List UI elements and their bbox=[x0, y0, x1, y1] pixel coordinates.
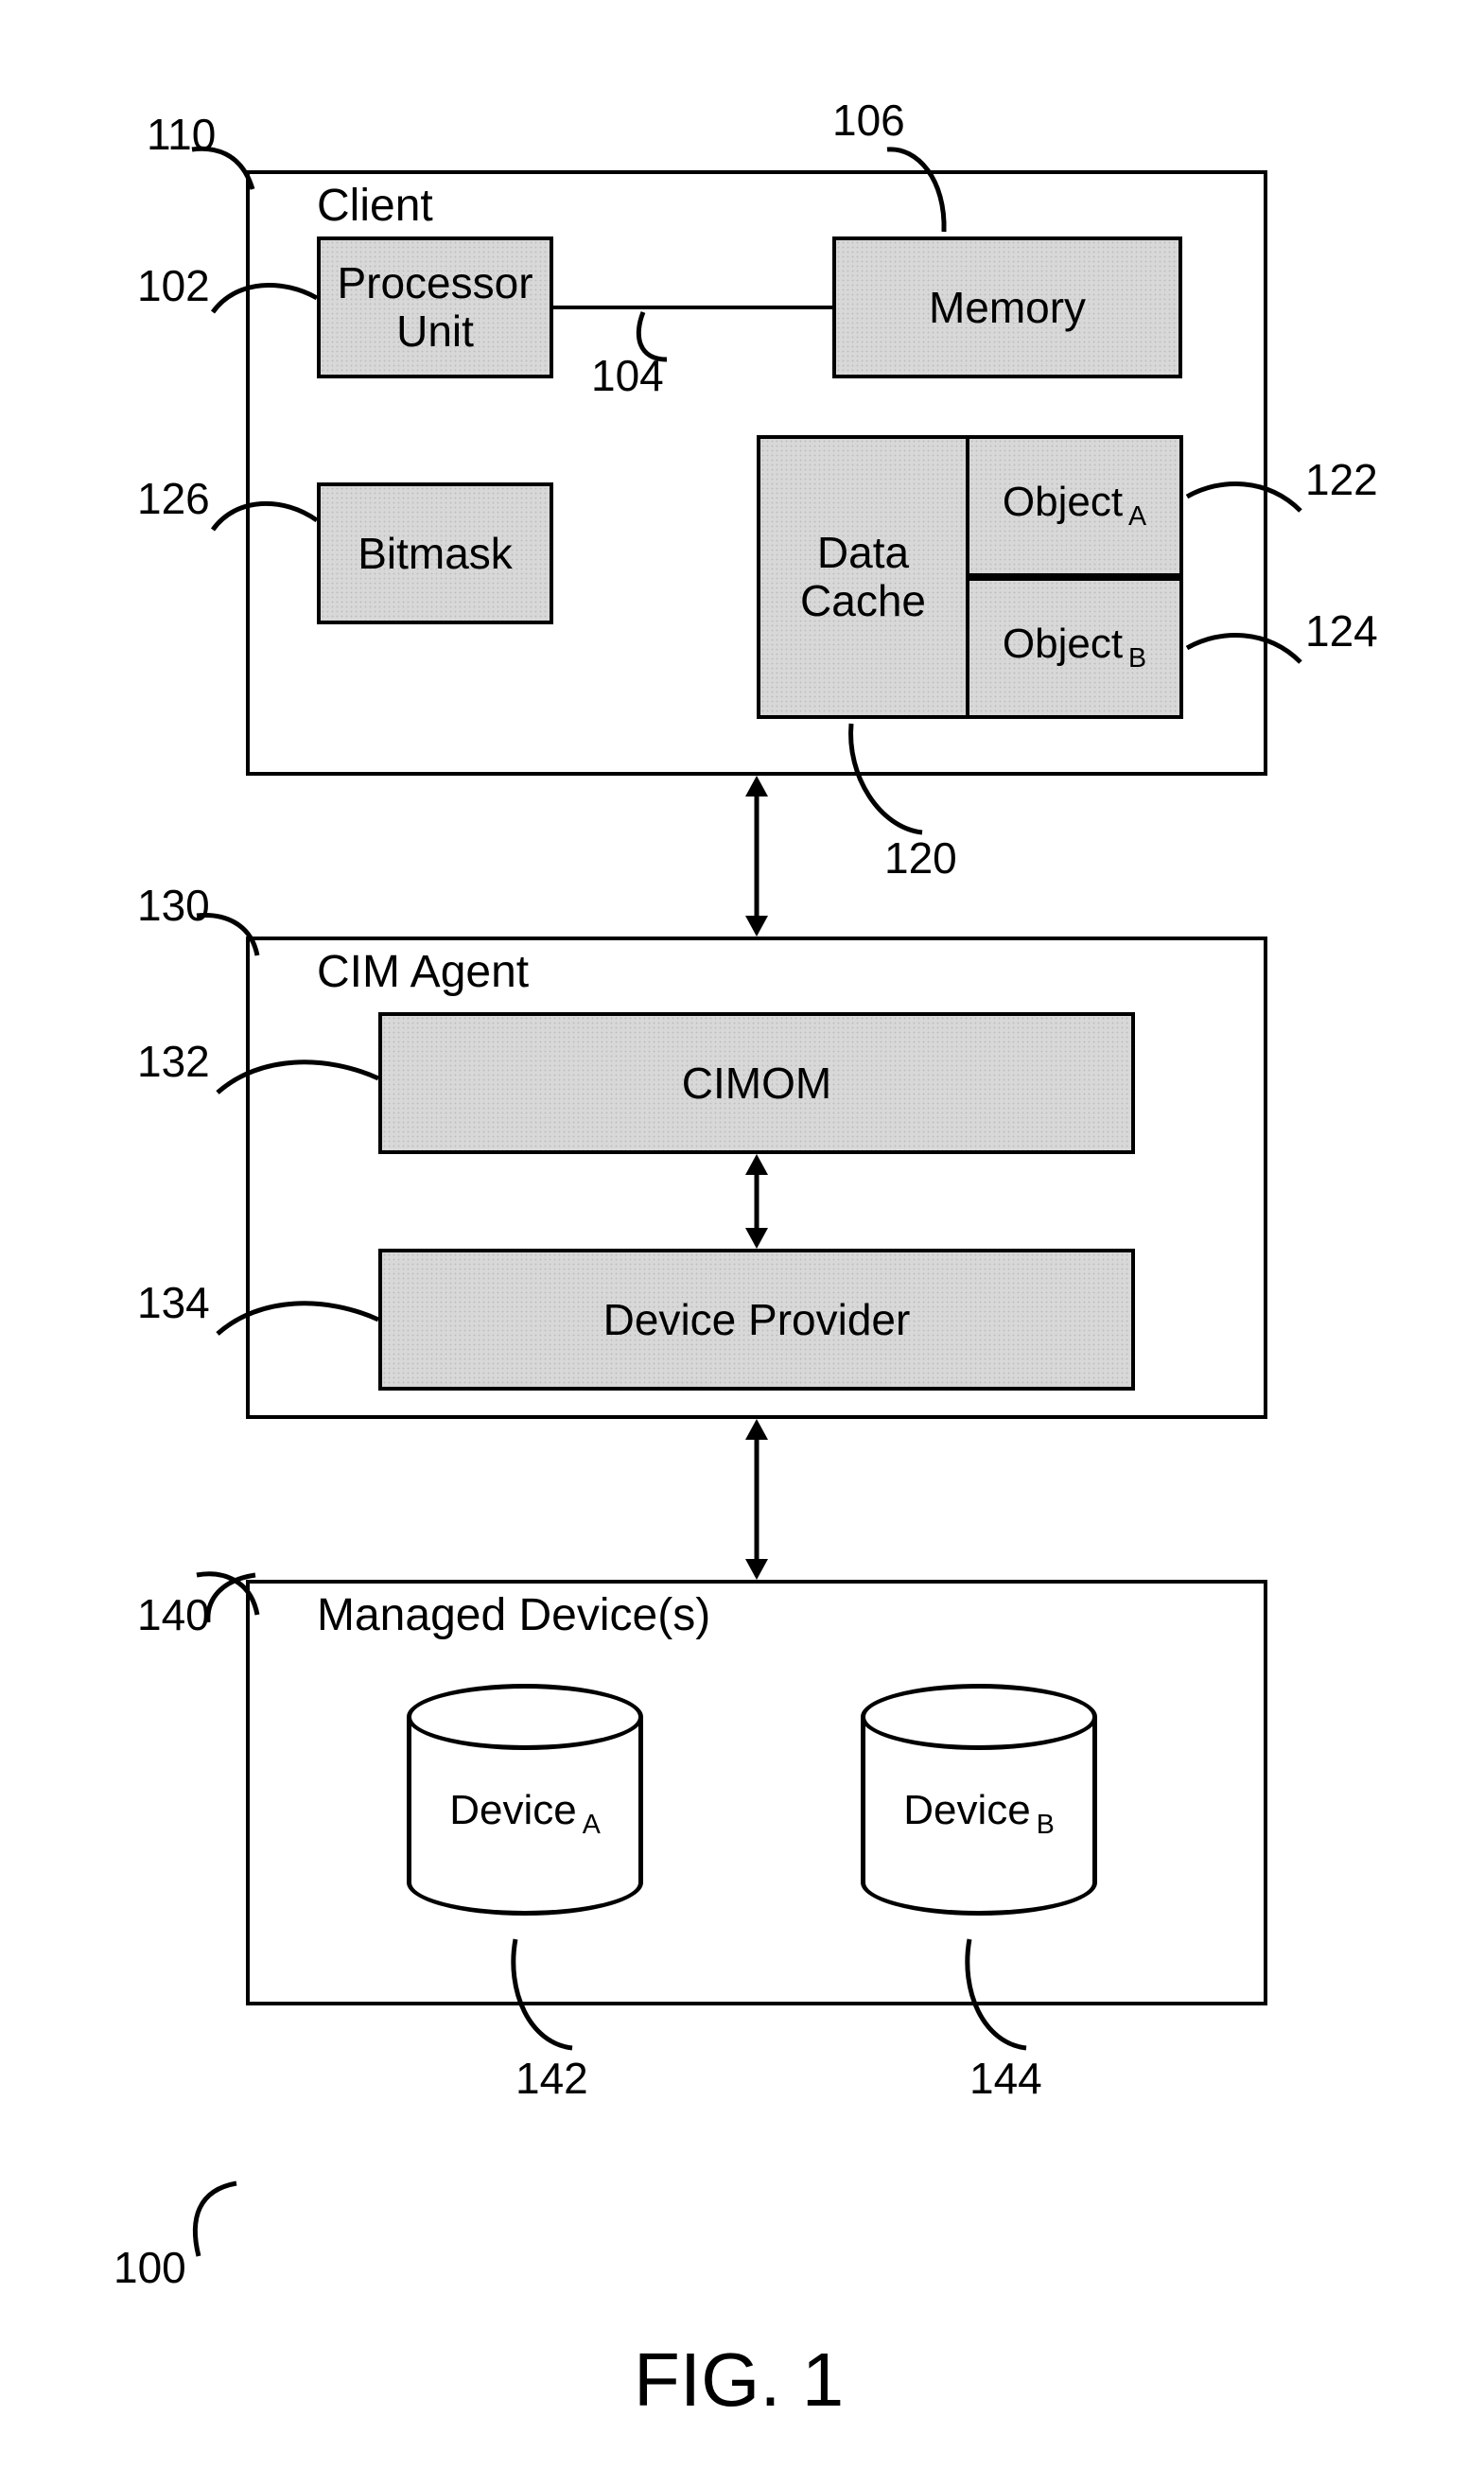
ref-142: 142 bbox=[515, 2053, 588, 2104]
ref-132: 132 bbox=[137, 1036, 210, 1087]
cimom-label: CIMOM bbox=[682, 1059, 831, 1108]
object-a-label: ObjectA bbox=[1003, 480, 1146, 532]
lead-124 bbox=[1182, 624, 1305, 672]
device-a-cylinder: DeviceA bbox=[407, 1684, 643, 1916]
device-a-label: DeviceA bbox=[449, 1787, 601, 1841]
object-b-label: ObjectB bbox=[1003, 622, 1146, 674]
ref-134: 134 bbox=[137, 1277, 210, 1328]
lead-120 bbox=[842, 719, 927, 842]
ref-124: 124 bbox=[1305, 605, 1378, 657]
memory-label: Memory bbox=[929, 284, 1086, 332]
lead-130 bbox=[189, 908, 265, 960]
lead-144 bbox=[955, 1935, 1031, 2057]
lead-106 bbox=[880, 142, 955, 236]
bitmask-module: Bitmask bbox=[317, 482, 553, 624]
cimom-module: CIMOM bbox=[378, 1012, 1135, 1154]
figure-label: FIG. 1 bbox=[634, 2337, 844, 2424]
ref-102: 102 bbox=[137, 260, 210, 311]
managed-devices-box bbox=[246, 1580, 1267, 2005]
device-provider-label: Device Provider bbox=[603, 1296, 911, 1344]
bitmask-label: Bitmask bbox=[358, 530, 513, 578]
data-cache-label: Data Cache bbox=[760, 529, 966, 624]
lead-122 bbox=[1182, 473, 1305, 520]
device-b-cylinder: DeviceB bbox=[861, 1684, 1097, 1916]
client-title: Client bbox=[317, 180, 433, 232]
arrow-agent-devices bbox=[738, 1419, 776, 1580]
figure-page: Client Processor Unit Memory Bitmask Dat… bbox=[0, 0, 1484, 2486]
memory-module: Memory bbox=[832, 236, 1182, 378]
device-b-label: DeviceB bbox=[903, 1787, 1055, 1841]
ref-122: 122 bbox=[1305, 454, 1378, 505]
cylinder-top bbox=[407, 1684, 643, 1750]
lead-140b bbox=[199, 1570, 265, 1627]
arrow-client-agent bbox=[738, 776, 776, 937]
lead-110 bbox=[184, 142, 260, 199]
cylinder-top bbox=[861, 1684, 1097, 1750]
processor-unit-label: Processor Unit bbox=[321, 259, 550, 355]
bus-line bbox=[553, 306, 832, 309]
lead-126 bbox=[208, 492, 322, 544]
ref-100: 100 bbox=[113, 2242, 186, 2293]
data-cache-module: Data Cache bbox=[757, 435, 969, 719]
lead-134 bbox=[213, 1296, 383, 1348]
managed-devices-title: Managed Device(s) bbox=[317, 1589, 710, 1641]
processor-unit-module: Processor Unit bbox=[317, 236, 553, 378]
lead-132 bbox=[213, 1055, 383, 1107]
device-provider-module: Device Provider bbox=[378, 1249, 1135, 1391]
ref-106: 106 bbox=[832, 95, 905, 146]
ref-144: 144 bbox=[969, 2053, 1042, 2104]
lead-104 bbox=[629, 307, 676, 364]
lead-142 bbox=[501, 1935, 577, 2057]
lead-102 bbox=[208, 274, 322, 322]
arrow-cimom-provider bbox=[738, 1154, 776, 1249]
ref-126: 126 bbox=[137, 473, 210, 524]
object-a-module: ObjectA bbox=[966, 435, 1183, 577]
object-b-module: ObjectB bbox=[966, 577, 1183, 719]
cim-agent-title: CIM Agent bbox=[317, 946, 529, 998]
lead-100 bbox=[184, 2176, 251, 2261]
